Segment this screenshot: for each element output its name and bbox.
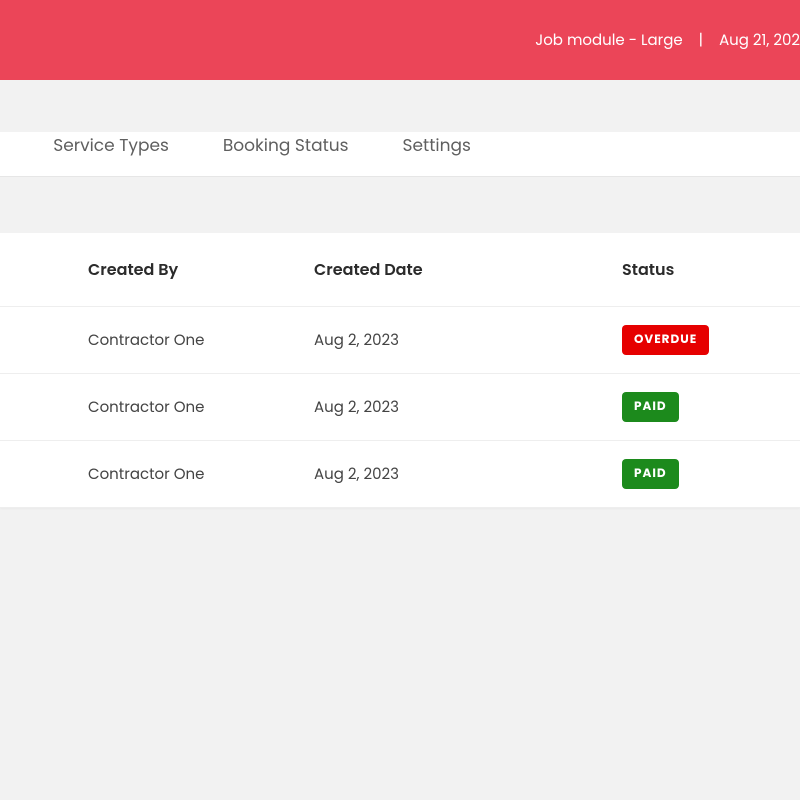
jobs-table: Created By Created Date Status Contracto… xyxy=(0,233,800,508)
top-bar-meta: Job module - Large | Aug 21, 202 xyxy=(535,29,800,52)
cell-created-by: Contractor One xyxy=(0,307,314,374)
tab-booking-status[interactable]: Booking Status xyxy=(223,132,349,158)
cell-status: PAID xyxy=(622,441,800,508)
col-header-status: Status xyxy=(622,233,800,307)
cell-created-date: Aug 2, 2023 xyxy=(314,374,622,441)
app-date: Aug 21, 202 xyxy=(719,30,800,51)
table-header-row: Created By Created Date Status xyxy=(0,233,800,307)
table-row[interactable]: Contractor One Aug 2, 2023 PAID xyxy=(0,441,800,508)
cell-created-by: Contractor One xyxy=(0,441,314,508)
cell-created-date: Aug 2, 2023 xyxy=(314,307,622,374)
col-header-created-date: Created Date xyxy=(314,233,622,307)
tab-strip: rs Service Types Booking Status Settings xyxy=(0,132,800,177)
table-row[interactable]: Contractor One Aug 2, 2023 PAID xyxy=(0,374,800,441)
cell-created-by: Contractor One xyxy=(0,374,314,441)
cell-status: OVERDUE xyxy=(622,307,800,374)
status-badge: PAID xyxy=(622,392,679,422)
tab-service-types[interactable]: Service Types xyxy=(53,132,169,158)
status-badge: PAID xyxy=(622,459,679,489)
cell-created-date: Aug 2, 2023 xyxy=(314,441,622,508)
col-header-created-by: Created By xyxy=(0,233,314,307)
data-panel: Created By Created Date Status Contracto… xyxy=(0,233,800,508)
cell-status: PAID xyxy=(622,374,800,441)
top-bar: Job module - Large | Aug 21, 202 xyxy=(0,0,800,80)
status-badge: OVERDUE xyxy=(622,325,709,355)
tab-settings[interactable]: Settings xyxy=(403,132,471,158)
separator: | xyxy=(699,30,703,51)
app-title: Job module - Large xyxy=(535,30,682,51)
table-row[interactable]: Contractor One Aug 2, 2023 OVERDUE xyxy=(0,307,800,374)
